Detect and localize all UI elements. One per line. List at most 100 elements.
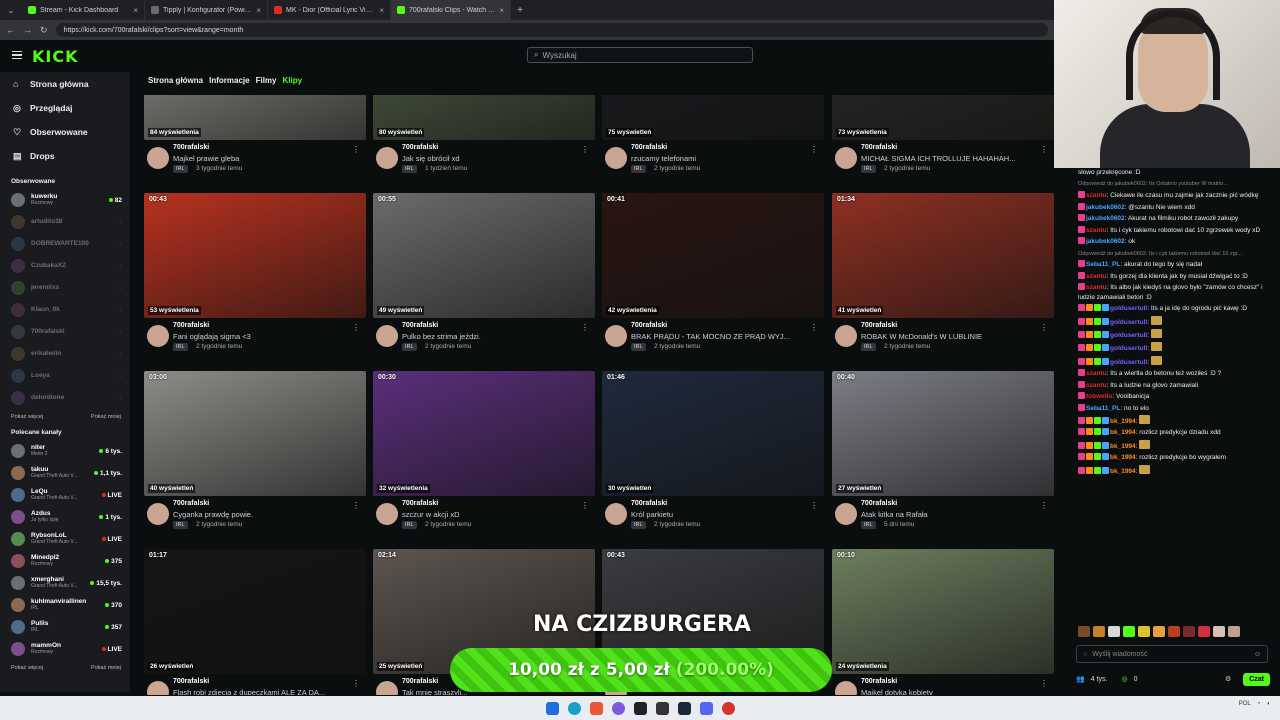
channel-avatar[interactable] <box>147 681 169 695</box>
emote-icon[interactable] <box>1153 626 1165 637</box>
channel-avatar[interactable] <box>147 147 169 169</box>
chat-username[interactable]: bk_1994 <box>1110 443 1136 450</box>
category-badge[interactable]: IRL <box>631 521 646 529</box>
channel-item[interactable]: RybsonLoL Grand Theft Auto V... LIVE <box>0 528 130 550</box>
channel-avatar[interactable] <box>605 503 627 525</box>
clip-title[interactable]: BRAK PRĄDU - TAK MOCNO ZE PRĄD WYJ... <box>631 332 811 341</box>
language-indicator[interactable]: POL <box>1239 701 1251 707</box>
show-more-link[interactable]: Pokaż więcej <box>11 665 43 671</box>
chat-username[interactable]: jakubek0602 <box>1086 238 1125 245</box>
chat-username[interactable]: bk_1994 <box>1110 454 1136 461</box>
channel-item[interactable]: mammOn Rozmowy LIVE <box>0 638 130 660</box>
chat-input[interactable]: ○ Wyślij wiadomość ☺ <box>1076 645 1268 663</box>
emote-icon[interactable] <box>1213 626 1225 637</box>
sidebar-item-drops[interactable]: ▤ Drops <box>0 144 130 168</box>
close-icon[interactable]: × <box>499 6 504 15</box>
clip-channel[interactable]: 700rafalski <box>173 500 209 507</box>
chat-username[interactable]: bk_1994 <box>1110 418 1136 425</box>
edge-icon[interactable] <box>567 701 581 715</box>
chat-username[interactable]: goldusertull <box>1110 359 1147 366</box>
chat-username[interactable]: goldusertull <box>1110 319 1147 326</box>
channel-item[interactable]: Azdus Ja tylko śpię 1 tys. <box>0 506 130 528</box>
chrome-icon[interactable] <box>721 701 735 715</box>
browser-tab[interactable]: Stream - Kick Dashboard × <box>22 0 145 20</box>
brave-icon[interactable] <box>589 701 603 715</box>
clip-thumbnail[interactable]: 01:17 26 wyświetleń <box>144 549 366 674</box>
emote-icon[interactable] <box>1078 626 1090 637</box>
clip-title[interactable]: Atak kitka na Rafała <box>861 510 1041 519</box>
kick-logo[interactable]: KICK <box>32 47 79 66</box>
close-icon[interactable]: × <box>133 6 138 15</box>
category-badge[interactable]: IRL <box>402 165 417 173</box>
clip-title[interactable]: ROBAK W McDonald's W LUBLINIE <box>861 332 1041 341</box>
channel-item[interactable]: artudito38 ⌁ <box>0 211 130 233</box>
category-badge[interactable]: IRL <box>861 521 876 529</box>
clip-thumbnail[interactable]: 75 wyświetleń <box>602 95 824 140</box>
channel-avatar[interactable] <box>835 503 857 525</box>
discord-icon[interactable] <box>699 701 713 715</box>
clip-title[interactable]: Pulko bez strima jeździ. <box>402 332 582 341</box>
category-badge[interactable]: IRL <box>402 521 417 529</box>
clip-channel[interactable]: 700rafalski <box>173 322 209 329</box>
channel-avatar[interactable] <box>376 325 398 347</box>
app-icon[interactable] <box>655 701 669 715</box>
more-options-icon[interactable]: ⋮ <box>810 145 818 154</box>
chat-message[interactable]: szantu: Its i cyk takiemu robotowi dać 1… <box>1072 225 1280 236</box>
show-less-link[interactable]: Pokaż mniej <box>91 665 121 671</box>
channel-avatar[interactable] <box>376 503 398 525</box>
chat-username[interactable]: bk_1994 <box>1110 429 1136 436</box>
show-less-link[interactable]: Pokaż mniej <box>91 414 121 420</box>
clip-title[interactable]: Fani oglądają sigma <3 <box>173 332 353 341</box>
clip-title[interactable]: rzucamy telefonami <box>631 154 811 163</box>
chat-message[interactable]: bk_1994: <box>1072 414 1280 427</box>
clip-channel[interactable]: 700rafalski <box>173 678 209 685</box>
chat-message[interactable]: bk_1994: <box>1072 439 1280 452</box>
chat-username[interactable]: szantu <box>1086 284 1107 291</box>
category-badge[interactable]: IRL <box>402 343 417 351</box>
chat-message[interactable]: szantu: Its a ludzie na glovo zamawiali <box>1072 380 1280 391</box>
clip-thumbnail[interactable]: 84 wyświetlenia <box>144 95 366 140</box>
more-options-icon[interactable]: ⋮ <box>1040 679 1048 688</box>
channel-item[interactable]: delordione ⌁ <box>0 387 130 409</box>
chat-message[interactable]: szantu: Its albo jak kiedyś na glovo był… <box>1072 282 1280 303</box>
more-options-icon[interactable]: ⋮ <box>581 501 589 510</box>
chat-username[interactable]: Seba11_PL <box>1086 261 1120 268</box>
channel-avatar[interactable] <box>605 147 627 169</box>
channel-item[interactable]: kuwerku Rozmowy 82 <box>0 189 130 211</box>
emote-icon[interactable] <box>1108 626 1120 637</box>
channel-item[interactable]: erikahelin ⌁ <box>0 343 130 365</box>
browser-tab[interactable]: MK - Dior (Official Lyric Video) ft. × <box>268 0 391 20</box>
close-icon[interactable]: × <box>256 6 261 15</box>
more-options-icon[interactable]: ⋮ <box>352 679 360 688</box>
clip-thumbnail[interactable]: 01:46 30 wyświetleń <box>602 371 824 496</box>
chat-username[interactable]: szantu <box>1086 273 1107 280</box>
clip-channel[interactable]: 700rafalski <box>631 322 667 329</box>
chat-message[interactable]: bk_1994: <box>1072 464 1280 477</box>
category-badge[interactable]: IRL <box>173 343 188 351</box>
clip-channel[interactable]: 700rafalski <box>631 500 667 507</box>
emote-icon[interactable] <box>1123 626 1135 637</box>
chat-message[interactable]: Seba11_PL: no to elo <box>1072 403 1280 414</box>
steam-icon[interactable] <box>677 701 691 715</box>
clip-thumbnail[interactable]: 00:10 24 wyświetlenia <box>832 549 1054 674</box>
reload-icon[interactable]: ↻ <box>40 25 48 36</box>
chat-message[interactable]: jakubek0602: @szantu Nie wiem xdd <box>1072 202 1280 213</box>
chat-message[interactable]: bk_1994: rozlicz predykcje dziadu xdd <box>1072 427 1280 438</box>
menu-icon[interactable] <box>12 51 22 59</box>
clip-thumbnail[interactable]: 80 wyświetleń <box>373 95 595 140</box>
tab-klipy[interactable]: Klipy <box>283 76 303 85</box>
emote-icon[interactable] <box>1093 626 1105 637</box>
tab-filmy[interactable]: Filmy <box>256 76 277 85</box>
clip-thumbnail[interactable]: 00:40 27 wyświetleń <box>832 371 1054 496</box>
sidebar-item-strona-główna[interactable]: ⌂ Strona główna <box>0 72 130 96</box>
chat-message[interactable]: goldusertull: <box>1072 355 1280 368</box>
new-tab-icon[interactable]: + <box>511 5 529 16</box>
chat-message[interactable]: szantu: Ciekawe ile czasu mu zajmie jak … <box>1072 190 1280 201</box>
clip-channel[interactable]: 700rafalski <box>861 678 897 685</box>
chat-message[interactable]: jakubek0602: Akurat na filmiku robot zaw… <box>1072 213 1280 224</box>
chat-message[interactable]: goldusertull: <box>1072 328 1280 341</box>
more-options-icon[interactable]: ⋮ <box>1040 323 1048 332</box>
emote-icon[interactable] <box>1198 626 1210 637</box>
channel-item[interactable]: 700rafalski ⌁ <box>0 321 130 343</box>
windows-start-icon[interactable] <box>545 701 559 715</box>
